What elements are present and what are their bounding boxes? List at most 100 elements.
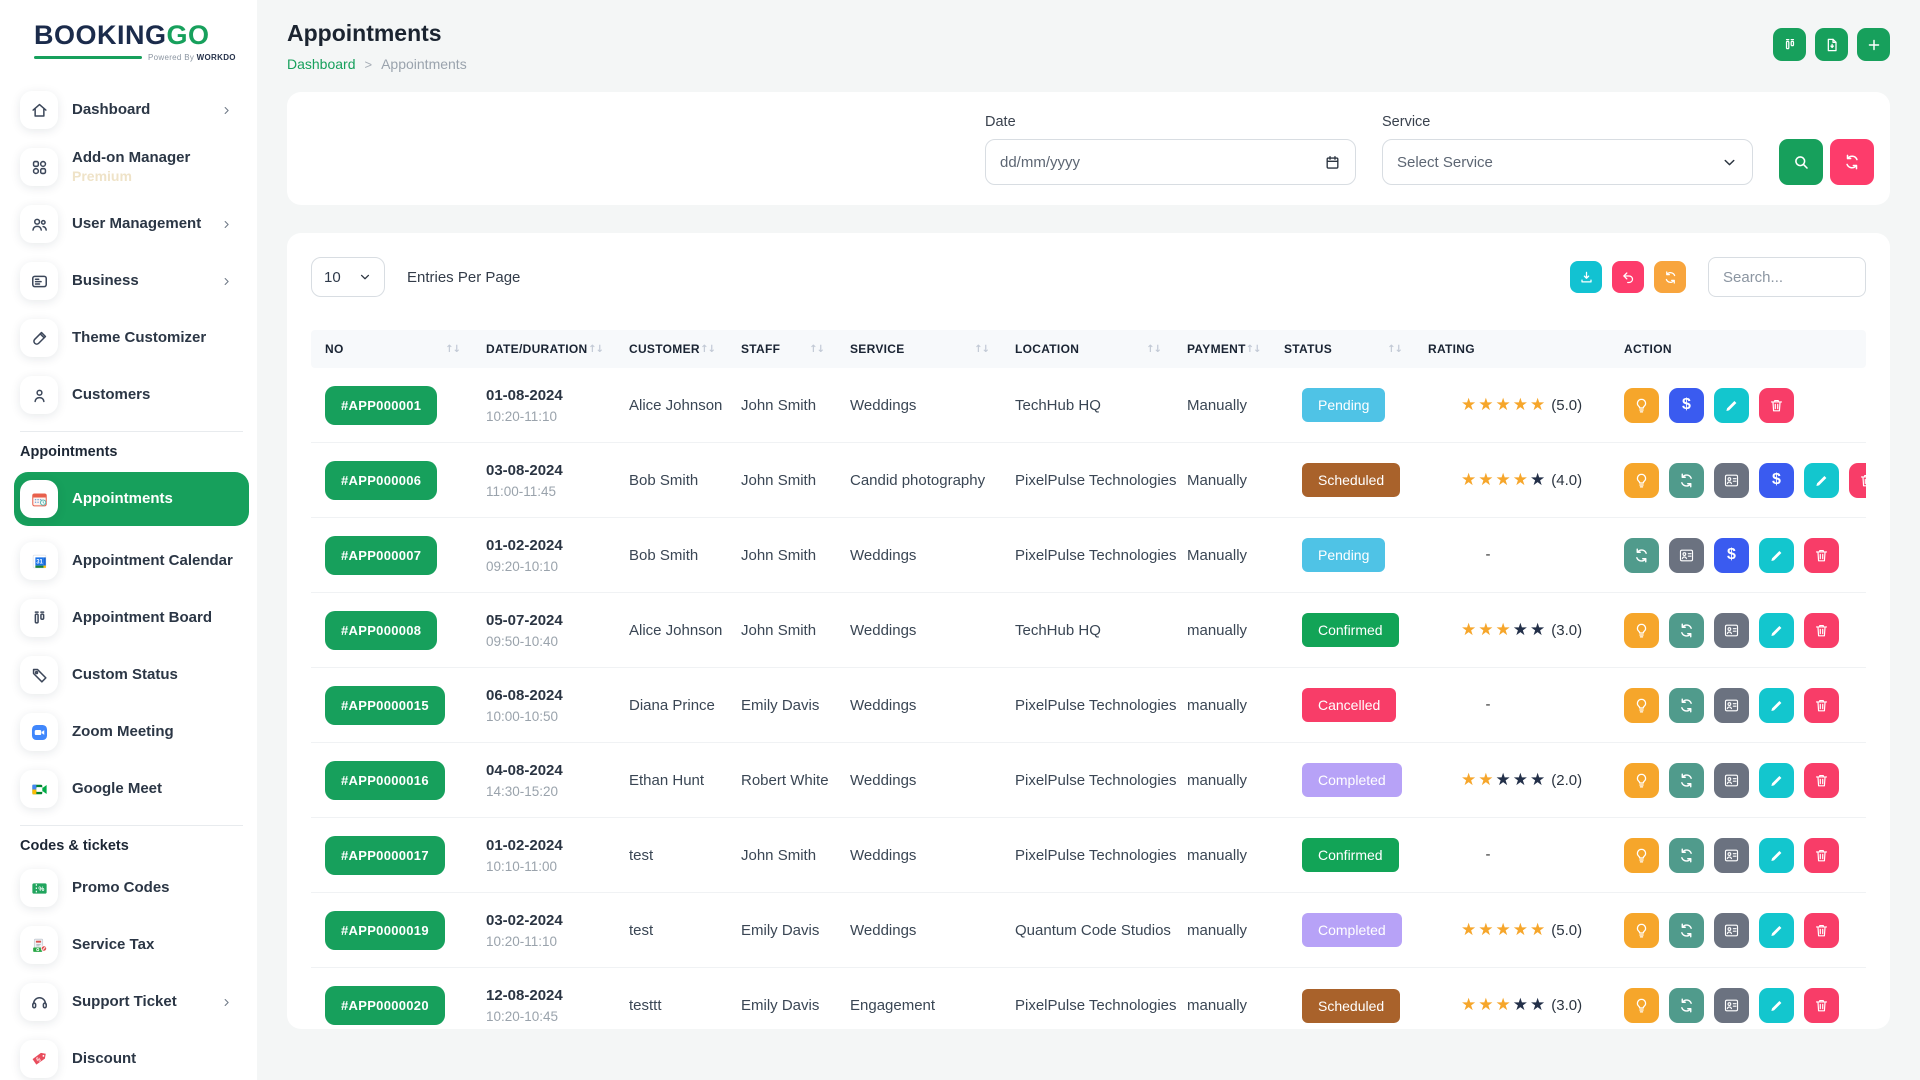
service-select[interactable]: Select Service bbox=[1382, 139, 1753, 185]
sidebar-item-appointment-board[interactable]: Appointment Board bbox=[20, 596, 243, 640]
action-pencil-button[interactable] bbox=[1759, 688, 1794, 723]
action-card-button[interactable] bbox=[1714, 688, 1749, 723]
appointment-no-badge[interactable]: #APP000001 bbox=[325, 386, 437, 425]
filter-search-button[interactable] bbox=[1779, 139, 1823, 185]
action-trash-button[interactable] bbox=[1804, 763, 1839, 798]
action-sync-button[interactable] bbox=[1669, 838, 1704, 873]
appointment-no-badge[interactable]: #APP0000019 bbox=[325, 911, 445, 950]
action-trash-button[interactable] bbox=[1804, 613, 1839, 648]
table-header-cell-customer[interactable]: CUSTOMER↑↓ bbox=[629, 342, 741, 356]
table-header-cell-status[interactable]: STATUS↑↓ bbox=[1284, 342, 1428, 356]
sidebar-item-support-ticket[interactable]: Support Ticket bbox=[20, 980, 243, 1024]
action-card-button[interactable] bbox=[1714, 988, 1749, 1023]
action-pencil-button[interactable] bbox=[1714, 388, 1749, 423]
entries-per-page-select[interactable]: 10 bbox=[311, 257, 385, 297]
action-trash-button[interactable] bbox=[1804, 538, 1839, 573]
sidebar-item-customers[interactable]: Customers bbox=[20, 373, 243, 417]
action-sync-button[interactable] bbox=[1669, 988, 1704, 1023]
appointment-board-button[interactable] bbox=[1773, 28, 1806, 61]
appointment-no-badge[interactable]: #APP000008 bbox=[325, 611, 437, 650]
action-card-button[interactable] bbox=[1714, 838, 1749, 873]
action-bulb-button[interactable] bbox=[1624, 613, 1659, 648]
action-trash-button[interactable] bbox=[1804, 913, 1839, 948]
action-bulb-button[interactable] bbox=[1624, 688, 1659, 723]
sidebar-item-custom-status[interactable]: Custom Status bbox=[20, 653, 243, 697]
action-pencil-button[interactable] bbox=[1759, 538, 1794, 573]
sidebar-item-user-management[interactable]: User Management bbox=[20, 202, 243, 246]
brand-logo[interactable]: BOOKINGGO Powered By WORKDO bbox=[20, 20, 243, 62]
sidebar-item-zoom-meeting[interactable]: Zoom Meeting bbox=[20, 710, 243, 754]
sidebar-item-appointments[interactable]: Appointments bbox=[14, 472, 249, 526]
action-bulb-button[interactable] bbox=[1624, 763, 1659, 798]
action-sync-button[interactable] bbox=[1669, 763, 1704, 798]
action-trash-button[interactable] bbox=[1759, 388, 1794, 423]
sidebar-item-service-tax[interactable]: Service Tax bbox=[20, 923, 243, 967]
sidebar-item-add-on-manager[interactable]: Add-on ManagerPremium bbox=[20, 145, 243, 189]
action-pencil-button[interactable] bbox=[1759, 838, 1794, 873]
action-pencil-button[interactable] bbox=[1804, 463, 1839, 498]
pencil-icon bbox=[1768, 697, 1785, 714]
appointment-no-badge[interactable]: #APP0000016 bbox=[325, 761, 445, 800]
action-trash-button[interactable] bbox=[1804, 688, 1839, 723]
action-sync-button[interactable] bbox=[1669, 913, 1704, 948]
action-pencil-button[interactable] bbox=[1759, 763, 1794, 798]
sidebar-item-google-meet[interactable]: Google Meet bbox=[20, 767, 243, 811]
action-dollar-button[interactable]: $ bbox=[1759, 463, 1794, 498]
action-bulb-button[interactable] bbox=[1624, 988, 1659, 1023]
sidebar-item-business[interactable]: Business bbox=[20, 259, 243, 303]
sidebar-item-appointment-calendar[interactable]: 31Appointment Calendar bbox=[20, 539, 243, 583]
action-bulb-button[interactable] bbox=[1624, 388, 1659, 423]
table-header-cell-service[interactable]: SERVICE↑↓ bbox=[850, 342, 1015, 356]
action-bulb-button[interactable] bbox=[1624, 913, 1659, 948]
action-trash-button[interactable] bbox=[1849, 463, 1866, 498]
action-dollar-button[interactable]: $ bbox=[1669, 388, 1704, 423]
action-sync-button[interactable] bbox=[1669, 688, 1704, 723]
action-card-button[interactable] bbox=[1714, 763, 1749, 798]
undo-button[interactable] bbox=[1612, 261, 1644, 293]
add-appointment-button[interactable] bbox=[1857, 28, 1890, 61]
sidebar-item-promo-codes[interactable]: %Promo Codes bbox=[20, 866, 243, 910]
location-cell: PixelPulse Technologies bbox=[1015, 697, 1187, 714]
sync-icon bbox=[1678, 697, 1695, 714]
sidebar-item-theme-customizer[interactable]: Theme Customizer bbox=[20, 316, 243, 360]
action-card-button[interactable] bbox=[1714, 913, 1749, 948]
appointment-no-badge[interactable]: #APP000007 bbox=[325, 536, 437, 575]
appointment-no-badge[interactable]: #APP0000017 bbox=[325, 836, 445, 875]
action-trash-button[interactable] bbox=[1804, 988, 1839, 1023]
sidebar-item-discount[interactable]: %Discount bbox=[20, 1037, 243, 1080]
action-bulb-button[interactable] bbox=[1624, 838, 1659, 873]
filter-reset-button[interactable] bbox=[1830, 139, 1874, 185]
appointment-no-badge[interactable]: #APP0000015 bbox=[325, 686, 445, 725]
star-icons: ★★★★★ bbox=[1461, 472, 1547, 489]
table-header-cell-date-duration[interactable]: DATE/DURATION↑↓ bbox=[486, 342, 629, 356]
table-header-cell-no[interactable]: NO↑↓ bbox=[325, 342, 486, 356]
sidebar-item-dashboard[interactable]: Dashboard bbox=[20, 88, 243, 132]
action-card-button[interactable] bbox=[1714, 613, 1749, 648]
appointment-no-badge[interactable]: #APP000006 bbox=[325, 461, 437, 500]
table-header-cell-location[interactable]: LOCATION↑↓ bbox=[1015, 342, 1187, 356]
action-pencil-button[interactable] bbox=[1759, 988, 1794, 1023]
action-pencil-button[interactable] bbox=[1759, 613, 1794, 648]
action-card-button[interactable] bbox=[1669, 538, 1704, 573]
status-cell: Pending bbox=[1284, 538, 1428, 572]
action-sync-button[interactable] bbox=[1669, 463, 1704, 498]
status-cell: Confirmed bbox=[1284, 613, 1428, 647]
table-header-cell-payment[interactable]: PAYMENT↑↓ bbox=[1187, 342, 1284, 356]
table-header-cell-staff[interactable]: STAFF↑↓ bbox=[741, 342, 850, 356]
date-input[interactable]: dd/mm/yyyy bbox=[985, 139, 1356, 185]
action-sync-button[interactable] bbox=[1669, 613, 1704, 648]
action-bulb-button[interactable] bbox=[1624, 463, 1659, 498]
action-pencil-button[interactable] bbox=[1759, 913, 1794, 948]
table-search-input[interactable] bbox=[1708, 257, 1866, 297]
export-download-button[interactable] bbox=[1570, 261, 1602, 293]
export-file-button[interactable] bbox=[1815, 28, 1848, 61]
breadcrumb-dashboard-link[interactable]: Dashboard bbox=[287, 56, 356, 72]
refresh-button[interactable] bbox=[1654, 261, 1686, 293]
column-label: ACTION bbox=[1624, 342, 1672, 356]
action-card-button[interactable] bbox=[1714, 463, 1749, 498]
action-dollar-button[interactable]: $ bbox=[1714, 538, 1749, 573]
appointment-no-badge[interactable]: #APP0000020 bbox=[325, 986, 445, 1025]
action-sync-button[interactable] bbox=[1624, 538, 1659, 573]
action-trash-button[interactable] bbox=[1804, 838, 1839, 873]
sidebar-item-label: Appointments bbox=[72, 490, 173, 509]
